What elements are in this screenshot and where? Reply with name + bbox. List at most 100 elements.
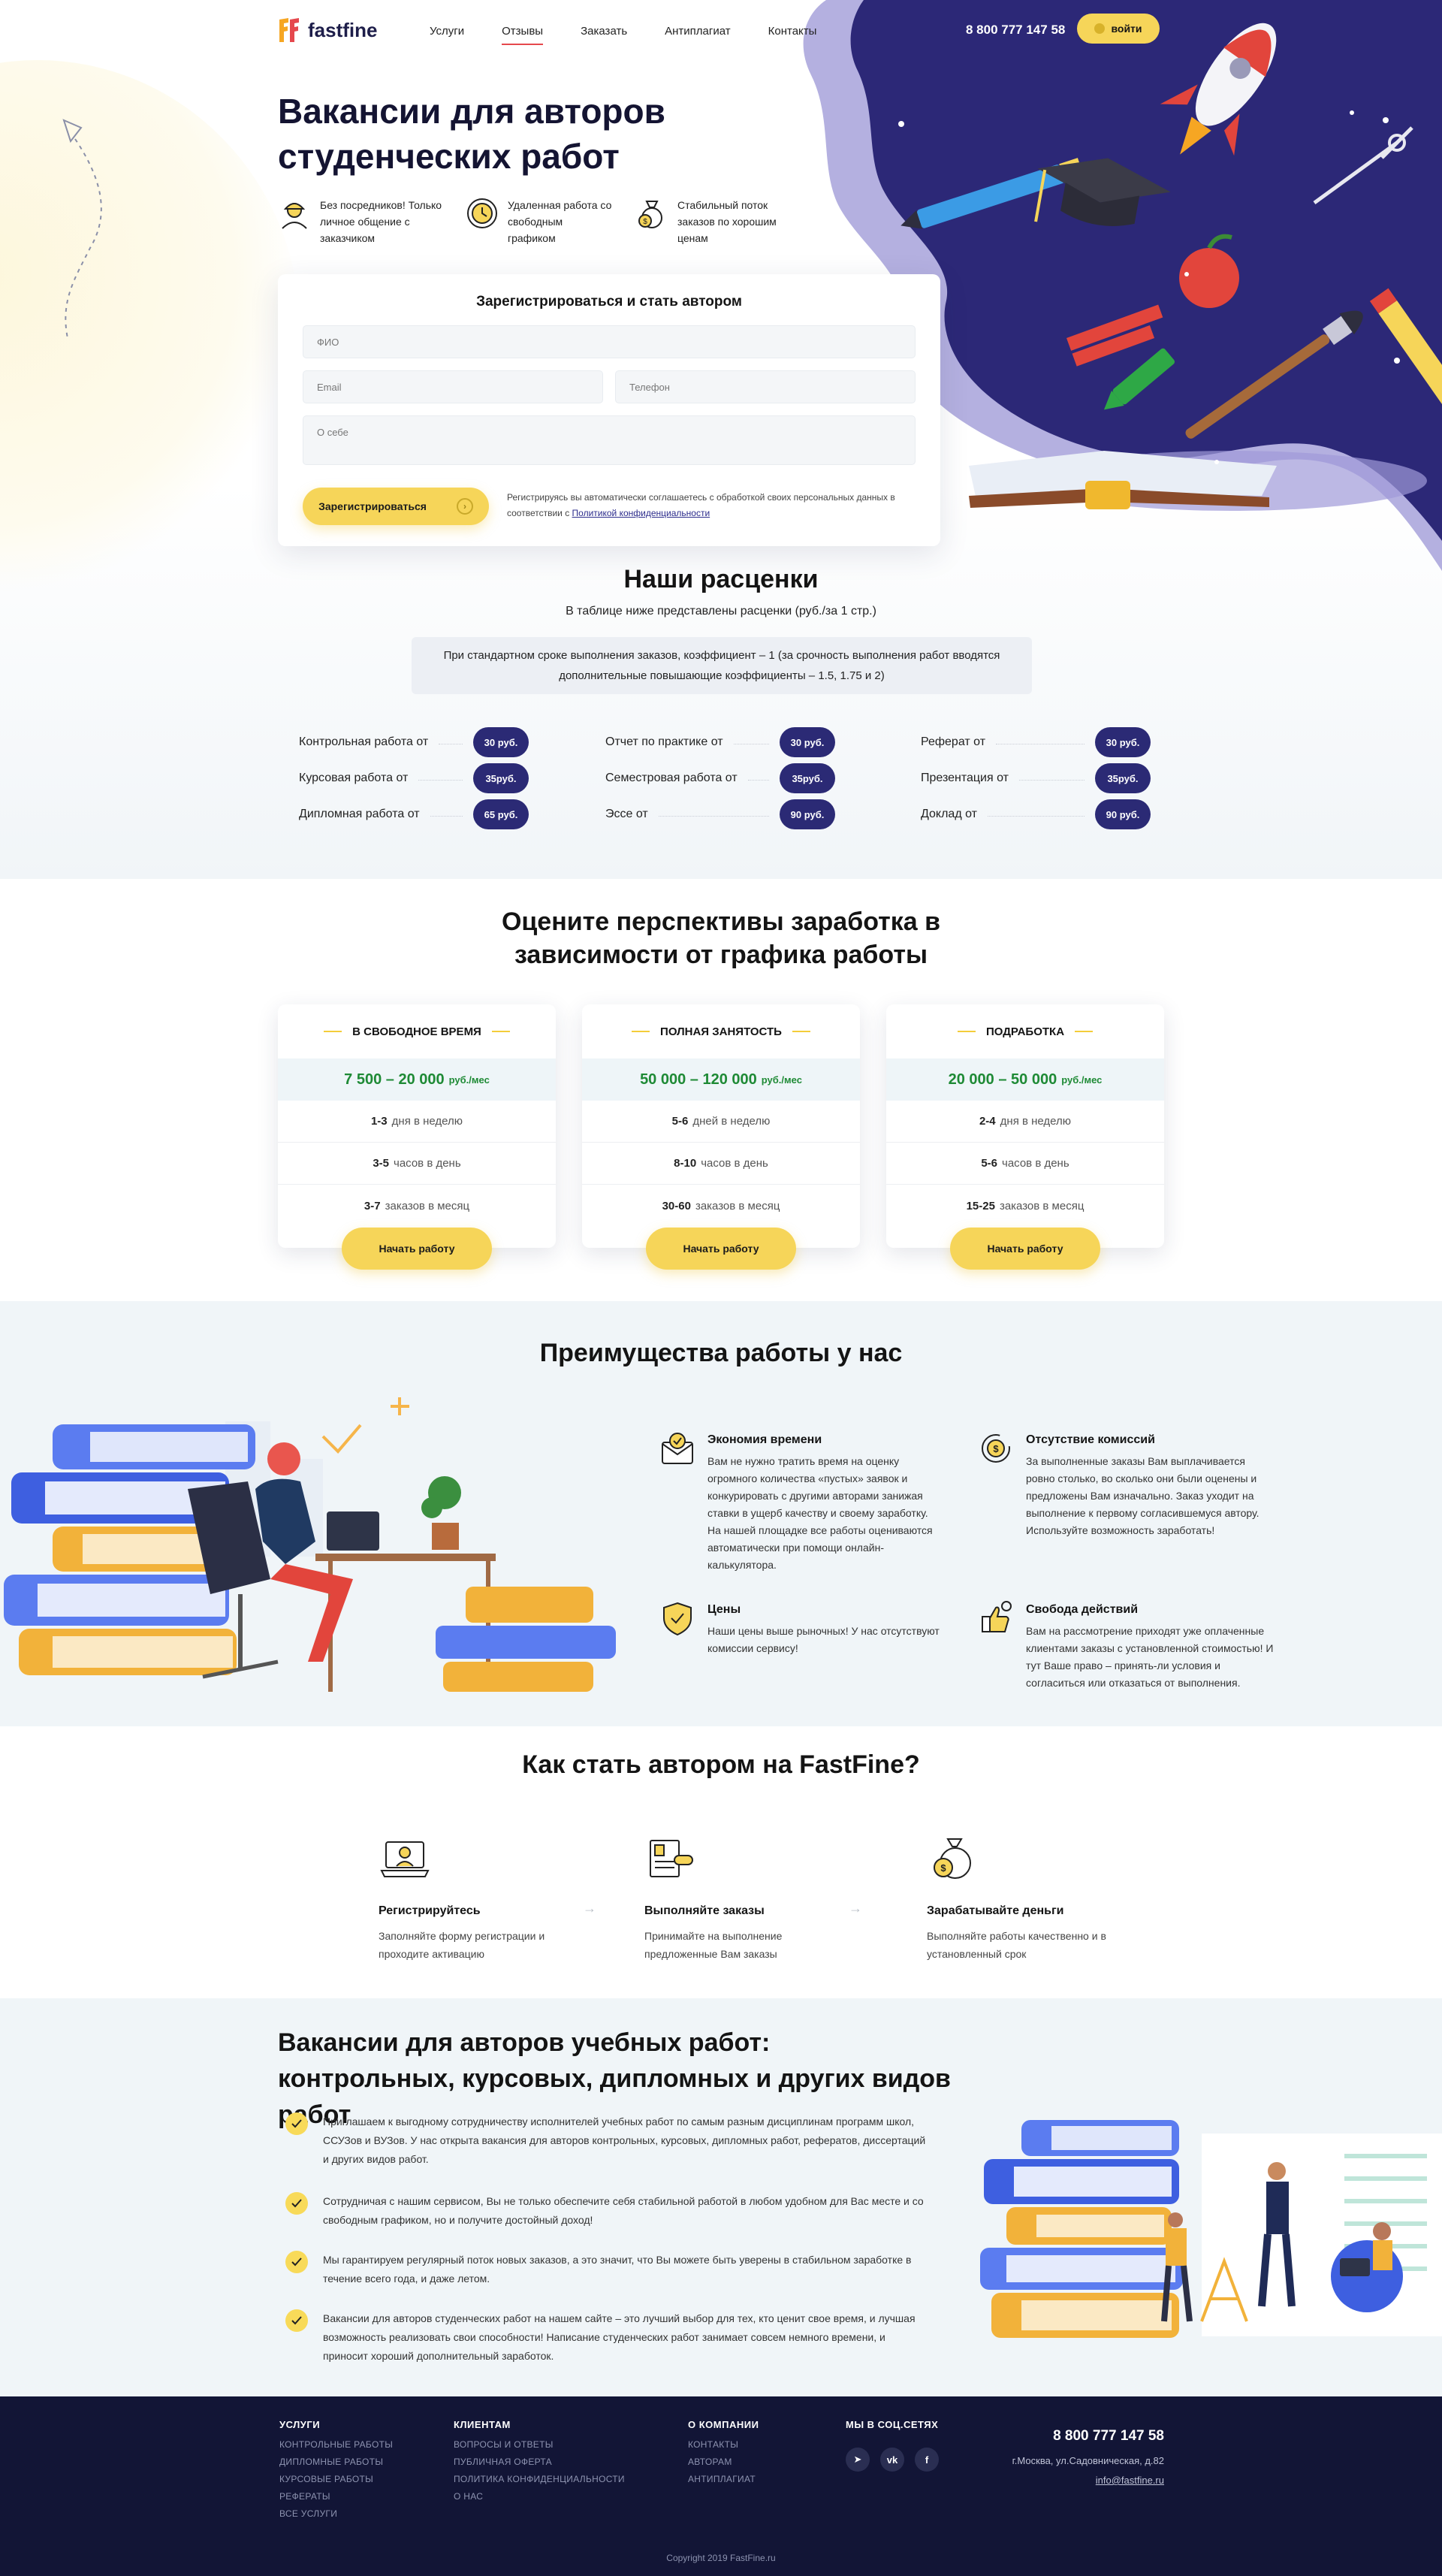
plan-card-free-time: В СВОБОДНОЕ ВРЕМЯ 7 500 – 20 000 руб./мес… bbox=[278, 1004, 556, 1248]
footer-col-title: МЫ В СОЦ.СЕТЯХ bbox=[846, 2419, 939, 2430]
vk-icon[interactable]: vk bbox=[880, 2448, 904, 2472]
footer-link[interactable]: ВОПРОСЫ И ОТВЕТЫ bbox=[454, 2436, 625, 2454]
price-badge: 30 руб. bbox=[1095, 727, 1151, 757]
price-badge: 35руб. bbox=[473, 763, 529, 793]
nav-item-services[interactable]: Услуги bbox=[430, 25, 464, 45]
step-text: Заполняйте форму регистрации и проходите… bbox=[379, 1930, 545, 1960]
footer-link[interactable]: КУРСОВЫЕ РАБОТЫ bbox=[279, 2471, 393, 2488]
header-phone[interactable]: 8 800 777 147 58 bbox=[966, 23, 1065, 38]
price-row: Презентация от 35руб. bbox=[921, 763, 1151, 793]
step-title: Выполняйте заказы bbox=[644, 1904, 765, 1917]
advantage-title: Свобода действий bbox=[1026, 1603, 1139, 1616]
price-label: Курсовая работа от bbox=[299, 772, 409, 784]
plans-title-line2: зависимости от графика работы bbox=[514, 941, 928, 969]
advantage-text: За выполненные заказы Вам выплачивается … bbox=[1026, 1455, 1259, 1536]
envelope-check-icon bbox=[662, 1433, 693, 1464]
footer-link[interactable]: РЕФЕРАТЫ bbox=[279, 2488, 393, 2505]
price-badge: 35руб. bbox=[780, 763, 835, 793]
phone-field[interactable]: Телефон bbox=[615, 370, 916, 403]
registration-form: Зарегистрироваться и стать автором ФИО E… bbox=[278, 274, 940, 546]
arrow-right-icon: → bbox=[849, 1901, 862, 1916]
footer-phone[interactable]: 8 800 777 147 58 bbox=[976, 2428, 1164, 2445]
plan-hours: 8-10 часов в день bbox=[582, 1143, 860, 1185]
team-illustration bbox=[980, 2120, 1442, 2338]
price-row: Доклад от 90 руб. bbox=[921, 799, 1151, 829]
plan-orders: 3-7 заказов в месяц bbox=[364, 1199, 470, 1213]
footer-link[interactable]: АНТИПЛАГИАТ bbox=[688, 2471, 759, 2488]
register-button[interactable]: Зарегистрироваться › bbox=[303, 488, 489, 525]
shield-check-icon bbox=[663, 1602, 692, 1636]
prices-note-line2: дополнительные повышающие коэффициенты –… bbox=[559, 669, 885, 682]
footer-link[interactable]: ПОЛИТИКА КОНФИДЕНЦИАЛЬНОСТИ bbox=[454, 2471, 625, 2488]
price-dots bbox=[430, 815, 463, 817]
price-row: Эссе от 90 руб. bbox=[605, 799, 835, 829]
step-title: Зарабатывайте деньги bbox=[927, 1904, 1064, 1917]
plan-card-full-time: ПОЛНАЯ ЗАНЯТОСТЬ 50 000 – 120 000 руб./ме… bbox=[582, 1004, 860, 1248]
steps-title: Как стать автором на FastFine? bbox=[522, 1750, 920, 1779]
form-title: Зарегистрироваться и стать автором bbox=[476, 294, 742, 310]
advantage-no-fees: $ Отсутствие комиссий За выполненные зака… bbox=[976, 1429, 1277, 1539]
vacancy-text: Приглашаем к выгодному сотрудничеству ис… bbox=[323, 2115, 926, 2165]
price-dots bbox=[658, 815, 769, 817]
plan-hours: 3-5 часов в день bbox=[278, 1143, 556, 1185]
footer-link[interactable]: КОНТРОЛЬНЫЕ РАБОТЫ bbox=[279, 2436, 393, 2454]
telegram-icon[interactable]: ➤ bbox=[846, 2448, 870, 2472]
price-badge: 35руб. bbox=[1095, 763, 1151, 793]
advantage-title: Экономия времени bbox=[707, 1433, 822, 1446]
feature-1-text: Без посредников! Только личное общение с… bbox=[320, 199, 442, 244]
vacancy-point: Сотрудничая с нашим сервисом, Вы не толь… bbox=[285, 2192, 931, 2230]
footer-email[interactable]: info@fastfine.ru bbox=[976, 2475, 1164, 2486]
login-button[interactable]: войти bbox=[1077, 14, 1160, 44]
logo[interactable]: fastfine bbox=[278, 17, 377, 44]
price-row: Семестровая работа от 35руб. bbox=[605, 763, 835, 793]
start-work-button[interactable]: Начать работу bbox=[342, 1228, 492, 1270]
price-badge: 30 руб. bbox=[473, 727, 529, 757]
check-icon bbox=[285, 2251, 308, 2273]
nav-item-antiplagiat[interactable]: Антиплагиат bbox=[665, 25, 731, 45]
price-dots bbox=[747, 779, 769, 781]
prices-subtitle: В таблице ниже представлены расценки (ру… bbox=[566, 605, 876, 618]
start-work-button[interactable]: Начать работу bbox=[950, 1228, 1100, 1270]
plan-orders: 30-60 заказов в месяц bbox=[662, 1199, 780, 1213]
about-field[interactable]: О себе bbox=[303, 415, 916, 465]
nav-item-contacts[interactable]: Контакты bbox=[768, 25, 817, 45]
vacancy-point: Приглашаем к выгодному сотрудничеству ис… bbox=[285, 2112, 931, 2169]
feature-2-text: Удаленная работа со свободным графиком bbox=[508, 199, 612, 244]
plan-header: ПОЛНАЯ ЗАНЯТОСТЬ bbox=[582, 1004, 860, 1058]
footer-link[interactable]: КОНТАКТЫ bbox=[688, 2436, 759, 2454]
plan-hours: 5-6 часов в день bbox=[886, 1143, 1164, 1185]
price-label: Семестровая работа от bbox=[605, 772, 738, 784]
footer-link[interactable]: О НАС bbox=[454, 2488, 625, 2505]
name-field[interactable]: ФИО bbox=[303, 325, 916, 358]
register-label: Зарегистрироваться bbox=[318, 500, 427, 512]
footer-link[interactable]: ВСЕ УСЛУГИ bbox=[279, 2505, 393, 2523]
plan-header: ПОДРАБОТКА bbox=[886, 1004, 1164, 1058]
nav-item-order[interactable]: Заказать bbox=[581, 25, 627, 45]
footer-link[interactable]: АВТОРАМ bbox=[688, 2454, 759, 2471]
price-label: Эссе от bbox=[605, 808, 648, 820]
price-badge: 65 руб. bbox=[473, 799, 529, 829]
money-bag-icon: $ bbox=[638, 201, 662, 228]
step-text: Выполняйте работы качественно и в устано… bbox=[927, 1930, 1106, 1960]
footer-link[interactable]: ПУБЛИЧНАЯ ОФЕРТА bbox=[454, 2454, 625, 2471]
prices-title: Наши расценки bbox=[623, 565, 819, 593]
privacy-policy-link[interactable]: Политикой конфиденциальности bbox=[572, 508, 710, 518]
advantage-freedom: Свобода действий Вам на рассмотрение прих… bbox=[976, 1599, 1277, 1692]
advantage-text: Вам на рассмотрение приходят уже оплачен… bbox=[1026, 1625, 1274, 1689]
nav-item-reviews[interactable]: Отзывы bbox=[502, 25, 544, 45]
email-field[interactable]: Email bbox=[303, 370, 603, 403]
price-row: Реферат от 30 руб. bbox=[921, 727, 1151, 757]
start-work-button[interactable]: Начать работу bbox=[646, 1228, 796, 1270]
step-title: Регистрируйтесь bbox=[379, 1904, 481, 1917]
hand-thumb-icon bbox=[982, 1601, 1012, 1632]
logo-mark-icon bbox=[279, 18, 299, 42]
facebook-icon[interactable]: f bbox=[915, 2448, 939, 2472]
footer-col-clients: КЛИЕНТАМ ВОПРОСЫ И ОТВЕТЫ ПУБЛИЧНАЯ ОФЕР… bbox=[454, 2419, 625, 2505]
dollar-cycle-icon: $ bbox=[982, 1434, 1010, 1463]
price-label: Презентация от bbox=[921, 772, 1009, 784]
plan-days: 2-4 дня в неделю bbox=[886, 1101, 1164, 1143]
price-label: Отчет по практике от bbox=[605, 735, 723, 748]
price-row: Контрольная работа от 30 руб. bbox=[299, 727, 529, 757]
footer-link[interactable]: ДИПЛОМНЫЕ РАБОТЫ bbox=[279, 2454, 393, 2471]
advantage-text: Наши цены выше рыночных! У нас отсутству… bbox=[707, 1625, 940, 1654]
